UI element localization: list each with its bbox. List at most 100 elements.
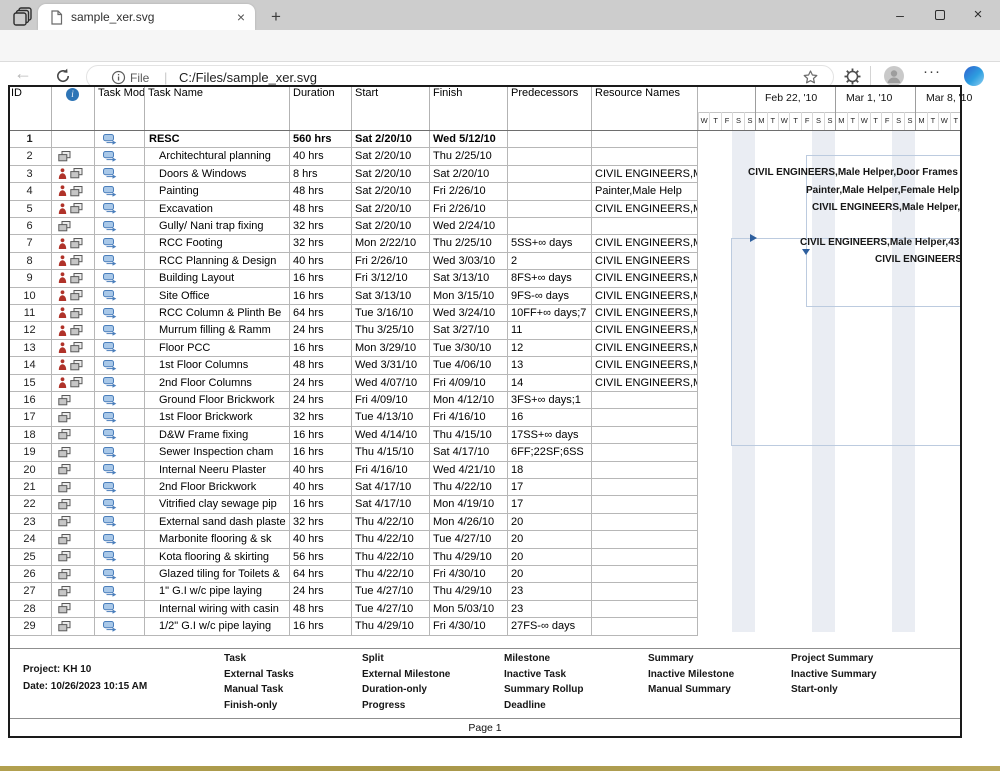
cell-indicators xyxy=(52,183,95,200)
legend-item: Inactive Summary xyxy=(791,669,877,680)
extensions-icon[interactable] xyxy=(843,67,862,86)
cell-indicators xyxy=(52,392,95,409)
url-text[interactable]: C:/Files/sample_xer.svg xyxy=(179,70,317,85)
page-info-icon[interactable] xyxy=(111,70,126,85)
assignment-layers-icon xyxy=(70,186,83,197)
table-row: 8RCC Planning & Design40 hrsFri 2/26/10W… xyxy=(8,253,698,270)
cell-id: 9 xyxy=(8,270,52,287)
assignment-layers-icon xyxy=(58,464,71,475)
task-mode-icon xyxy=(103,569,117,580)
cell-start: Tue 4/27/10 xyxy=(352,583,430,600)
table-row: 171st Floor Brickwork32 hrsTue 4/13/10Fr… xyxy=(8,409,698,426)
day-letter: S xyxy=(892,112,903,130)
header-finish: Finish xyxy=(430,85,508,130)
resource-bar-label: CIVIL ENGINEERS xyxy=(875,254,961,265)
cell-indicators xyxy=(52,479,95,496)
cell-id: 27 xyxy=(8,583,52,600)
task-mode-icon xyxy=(103,151,117,162)
assignment-layers-icon xyxy=(70,273,83,284)
cell-start: Thu 4/29/10 xyxy=(352,618,430,635)
cell-predecessors: 10FF+∞ days;7 xyxy=(508,305,592,322)
table-row: 271" G.I w/c pipe laying24 hrsTue 4/27/1… xyxy=(8,583,698,600)
cell-task-mode xyxy=(95,583,145,600)
overallocated-person-icon xyxy=(58,255,67,267)
cell-finish: Thu 2/25/10 xyxy=(430,235,508,252)
cell-finish: Fri 4/30/10 xyxy=(430,566,508,583)
task-mode-icon xyxy=(103,325,117,336)
cell-task-mode xyxy=(95,270,145,287)
cell-predecessors: 6FF;22SF;6SS xyxy=(508,444,592,461)
overallocated-person-icon xyxy=(58,290,67,302)
cell-start: Wed 4/14/10 xyxy=(352,427,430,444)
assignment-layers-icon xyxy=(58,447,71,458)
resource-bar-label: Painter,Male Helper,Female Helper xyxy=(806,185,961,196)
header-task-mode: Task Mode xyxy=(95,85,145,130)
refresh-icon[interactable] xyxy=(54,67,72,85)
cell-start: Thu 4/22/10 xyxy=(352,549,430,566)
cell-finish: Thu 4/15/10 xyxy=(430,427,508,444)
profile-avatar[interactable] xyxy=(884,66,904,86)
cell-task-mode xyxy=(95,375,145,392)
url-scheme-label: File xyxy=(130,71,149,85)
cell-task-name: Doors & Windows xyxy=(145,166,290,183)
window-maximize-button[interactable] xyxy=(925,4,955,26)
overallocated-person-icon xyxy=(58,342,67,354)
header-resource-names: Resource Names xyxy=(592,85,698,130)
workspaces-icon[interactable] xyxy=(10,4,38,27)
cell-indicators xyxy=(52,148,95,165)
table-row: 2Architechtural planning40 hrsSat 2/20/1… xyxy=(8,148,698,165)
legend-item: Inactive Milestone xyxy=(648,669,734,680)
cell-resource-names xyxy=(592,479,698,496)
info-icon: i xyxy=(66,88,79,101)
task-mode-icon xyxy=(103,464,117,475)
cell-duration: 8 hrs xyxy=(290,166,352,183)
settings-menu-icon[interactable]: ··· xyxy=(923,63,941,80)
cell-resource-names: CIVIL ENGINEERS xyxy=(592,253,698,270)
window-minimize-button[interactable]: – xyxy=(885,4,915,26)
page-number-divider xyxy=(8,718,962,719)
cell-task-name: 1/2" G.I w/c pipe laying xyxy=(145,618,290,635)
cell-task-mode xyxy=(95,253,145,270)
table-row: 12Murrum filling & Ramm24 hrsThu 3/25/10… xyxy=(8,322,698,339)
assignment-layers-icon xyxy=(58,603,71,614)
cell-task-mode xyxy=(95,235,145,252)
cell-predecessors: 12 xyxy=(508,340,592,357)
cell-resource-names: CIVIL ENGINEERS,M xyxy=(592,322,698,339)
cell-resource-names: Painter,Male Help xyxy=(592,183,698,200)
cell-duration: 48 hrs xyxy=(290,601,352,618)
cell-id: 20 xyxy=(8,462,52,479)
cell-task-mode xyxy=(95,288,145,305)
header-indicators: i xyxy=(52,85,95,130)
cell-id: 18 xyxy=(8,427,52,444)
cell-task-mode xyxy=(95,549,145,566)
cell-task-mode xyxy=(95,148,145,165)
cell-task-mode xyxy=(95,444,145,461)
cell-task-name: Ground Floor Brickwork xyxy=(145,392,290,409)
new-tab-button[interactable]: + xyxy=(264,5,288,29)
assignment-layers-icon xyxy=(70,360,83,371)
legend-item: External Tasks xyxy=(224,669,294,680)
window-close-button[interactable]: × xyxy=(963,4,993,26)
legend-item: Deadline xyxy=(504,700,546,711)
tab-close-icon[interactable]: × xyxy=(237,9,245,25)
cell-task-name: External sand dash plaste xyxy=(145,514,290,531)
cell-resource-names: CIVIL ENGINEERS,M xyxy=(592,235,698,252)
cell-start: Wed 4/07/10 xyxy=(352,375,430,392)
cell-task-name: RCC Footing xyxy=(145,235,290,252)
copilot-icon[interactable] xyxy=(964,66,984,86)
cell-task-mode xyxy=(95,427,145,444)
cell-start: Mon 2/22/10 xyxy=(352,235,430,252)
cell-resource-names xyxy=(592,409,698,426)
assignment-layers-icon xyxy=(70,168,83,179)
cell-task-name: 2nd Floor Columns xyxy=(145,375,290,392)
back-icon[interactable]: ← xyxy=(14,63,32,84)
cell-indicators xyxy=(52,375,95,392)
assignment-layers-icon xyxy=(58,151,71,162)
browser-tab[interactable]: sample_xer.svg × xyxy=(38,4,255,30)
favorite-star-icon[interactable] xyxy=(802,69,819,86)
cell-resource-names xyxy=(592,601,698,618)
cell-predecessors: 23 xyxy=(508,583,592,600)
cell-task-mode xyxy=(95,392,145,409)
cell-resource-names xyxy=(592,131,698,148)
cell-duration: 48 hrs xyxy=(290,183,352,200)
